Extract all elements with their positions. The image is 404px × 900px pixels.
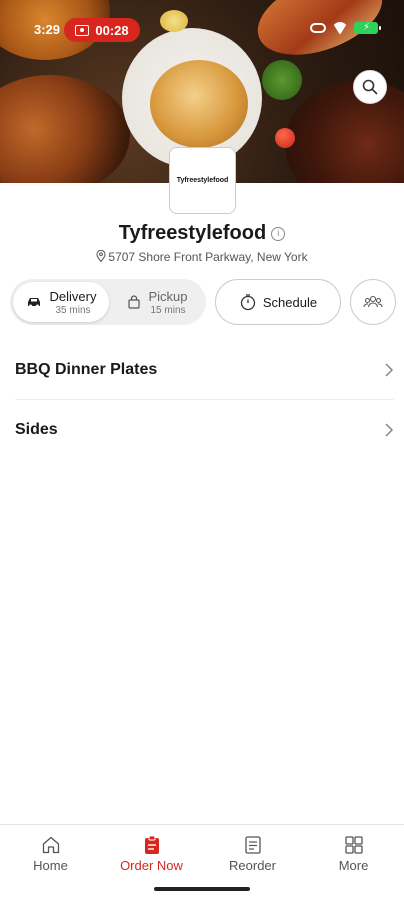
pickup-time: 15 mins — [150, 304, 186, 316]
clock-icon — [240, 294, 256, 311]
location-pin-icon — [96, 250, 106, 262]
status-time: 3:29 — [34, 22, 61, 37]
hero-food-image — [275, 128, 295, 148]
grid-icon — [344, 836, 363, 854]
recording-timer: 00:28 — [95, 22, 129, 38]
reorder-icon — [244, 836, 261, 854]
pickup-label: Pickup — [148, 288, 188, 304]
order-mode-toggle: Delivery 35 mins Pickup 15 mins — [10, 279, 206, 325]
delivery-label: Delivery — [49, 288, 97, 304]
group-order-button[interactable] — [350, 279, 396, 325]
record-icon — [75, 24, 90, 36]
bag-icon — [128, 295, 141, 309]
car-icon — [27, 298, 40, 308]
nav-label: Order Now — [120, 858, 183, 873]
restaurant-name: Tyfreestylefood — [118, 222, 267, 244]
menu-category-list: BBQ Dinner Plates Sides — [15, 340, 394, 460]
info-icon[interactable]: i — [271, 226, 286, 241]
restaurant-logo: Tyfreestylefood — [169, 147, 236, 214]
group-icon — [363, 295, 383, 308]
link-icon — [310, 23, 326, 33]
nav-label: Home — [33, 858, 68, 873]
search-icon — [362, 79, 378, 95]
schedule-button[interactable]: Schedule — [215, 279, 341, 325]
battery-icon: ⚡ — [354, 22, 381, 34]
hero-food-image — [262, 60, 302, 100]
nav-more[interactable]: More — [303, 825, 404, 880]
nav-order-now[interactable]: Order Now — [101, 825, 202, 880]
schedule-label: Schedule — [262, 294, 318, 310]
nav-reorder[interactable]: Reorder — [202, 825, 303, 880]
screen-recording-indicator[interactable]: 00:28 — [64, 18, 140, 42]
pickup-option[interactable]: Pickup 15 mins — [110, 282, 206, 322]
status-icons: ⚡ — [310, 22, 381, 34]
nav-label: Reorder — [229, 858, 276, 873]
delivery-option[interactable]: Delivery 35 mins — [13, 282, 109, 322]
logo-text: Tyfreestylefood — [176, 177, 229, 184]
restaurant-address: 5707 Shore Front Parkway, New York — [0, 250, 404, 264]
category-row[interactable]: BBQ Dinner Plates — [15, 340, 394, 400]
delivery-time: 35 mins — [55, 304, 91, 316]
chevron-right-icon — [385, 362, 394, 377]
restaurant-name-row: Tyfreestylefood i — [0, 222, 404, 245]
hero-food-image — [285, 80, 404, 183]
nav-home[interactable]: Home — [0, 825, 101, 880]
chevron-right-icon — [385, 423, 394, 437]
wifi-icon — [332, 22, 348, 34]
category-label: Sides — [15, 421, 58, 438]
status-bar: 3:29 00:28 ⚡ — [0, 18, 404, 44]
bottom-navigation: Home Order Now Reorder More — [0, 824, 404, 880]
category-row[interactable]: Sides — [15, 400, 394, 460]
nav-label: More — [338, 858, 369, 873]
address-text: 5707 Shore Front Parkway, New York — [108, 250, 308, 264]
category-label: BBQ Dinner Plates — [15, 360, 158, 378]
order-icon — [144, 835, 159, 854]
hero-food-image — [0, 75, 130, 183]
search-button[interactable] — [353, 70, 387, 104]
home-icon — [42, 836, 59, 854]
home-indicator[interactable] — [154, 887, 250, 891]
hero-food-image — [150, 60, 248, 148]
